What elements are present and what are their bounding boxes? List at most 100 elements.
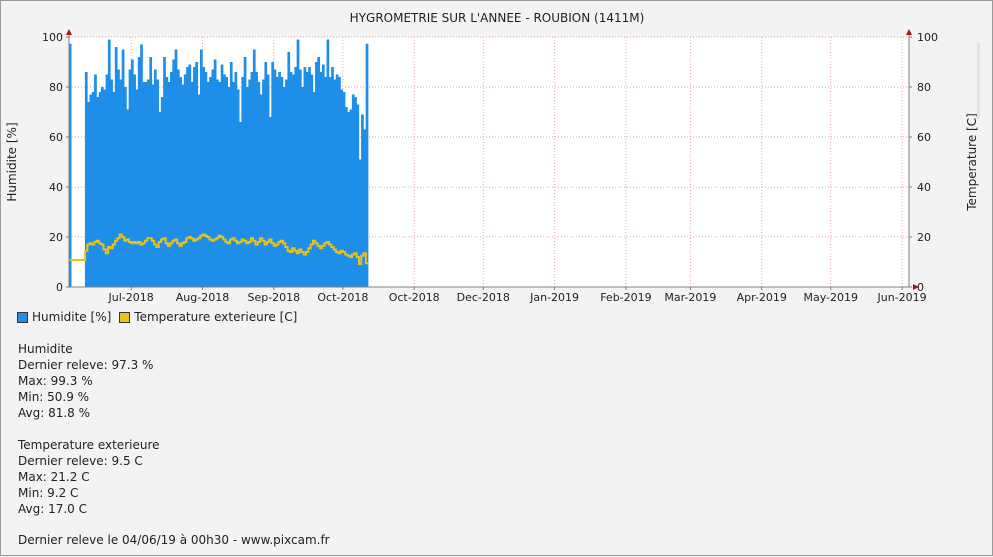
legend-label-temperature: Temperature exterieure [C] [134, 310, 298, 324]
humidity-bar [89, 94, 93, 287]
humidity-bar [137, 57, 141, 287]
humidity-bar [259, 94, 263, 287]
humidity-bar [149, 57, 153, 287]
x-tick-label: Feb-2019 [600, 291, 651, 304]
humidity-bar [91, 92, 95, 287]
humidity-bar [142, 82, 146, 287]
humidity-bar [133, 74, 136, 287]
humidity-bar [289, 72, 293, 287]
x-tick-label: Aug-2018 [176, 291, 229, 304]
humidity-bar [252, 49, 256, 287]
y2-axis-arrow [906, 29, 912, 35]
legend-item-temperature: Temperature exterieure [C] [119, 310, 297, 324]
x-tick-label: May-2019 [803, 291, 858, 304]
humidity-bar [333, 79, 337, 287]
humidity-bar [273, 69, 277, 287]
humidity-bar [301, 87, 304, 287]
y-tick-label: 20 [49, 231, 63, 244]
humidity-bar [310, 74, 314, 287]
humidity-bar [96, 97, 100, 287]
humidity-bar [340, 89, 344, 287]
humidity-bar [271, 62, 275, 287]
humidity-bar [114, 47, 118, 287]
y2-tick-label: 60 [917, 131, 931, 144]
humidity-bar [344, 107, 348, 287]
humidity-bar [255, 72, 258, 287]
humidity-bar [236, 89, 240, 287]
chart-window: HYGROMETRIE SUR L'ANNEE - ROUBION (1411M… [0, 0, 993, 556]
temperature-stats: Temperature exterieure Dernier releve: 9… [18, 437, 160, 517]
x-tick-label: Jun-2019 [877, 291, 927, 304]
y-tick-label: 100 [42, 31, 63, 44]
humidity-bar [282, 87, 286, 287]
temperature-last-reading: Dernier releve: 9.5 C [18, 454, 143, 468]
humidity-avg: Avg: 81.8 % [18, 406, 91, 420]
humidity-bar [209, 77, 212, 287]
humidity-bar [222, 74, 226, 287]
humidity-bar [338, 77, 341, 287]
humidity-bar [285, 79, 288, 287]
y2-tick-label: 100 [917, 31, 938, 44]
humidity-bar [195, 62, 199, 287]
humidity-bar [130, 59, 134, 287]
x-tick-label: Dec-2018 [457, 291, 510, 304]
humidity-bar [216, 79, 219, 287]
humidity-bar [165, 77, 169, 287]
humidity-bar [170, 72, 173, 287]
humidity-bar [140, 44, 143, 287]
legend-label-humidity: Humidite [%] [32, 310, 112, 324]
humidity-bar [183, 74, 187, 287]
x-tick-label: Jul-2018 [108, 291, 154, 304]
humidity-bar [241, 77, 245, 287]
humidity-bar [342, 92, 346, 287]
humidity-bar [354, 97, 357, 287]
humidity-bar [278, 72, 281, 287]
chart-legend: Humidite [%] Temperature exterieure [C] [17, 310, 305, 324]
x-tick-label: Oct-2018 [317, 291, 368, 304]
humidity-bar [135, 89, 139, 287]
x-tick-label: Oct-2018 [389, 291, 440, 304]
humidity-bar [269, 117, 272, 287]
humidity-last-reading: Dernier releve: 97.3 % [18, 358, 154, 372]
x-tick-label: Sep-2018 [247, 291, 300, 304]
y-axis-label: Humidite [%] [5, 122, 19, 201]
humidity-bar [312, 92, 316, 287]
humidity-bar [156, 79, 159, 287]
watermark-logo [977, 43, 980, 119]
humidity-bar [105, 74, 109, 287]
footer-last-reading: Dernier releve le 04/06/19 à 00h30 - www… [18, 533, 330, 547]
chart-title: HYGROMETRIE SUR L'ANNEE - ROUBION (1411M… [350, 11, 645, 25]
humidity-bar [243, 57, 247, 287]
humidity-bar [248, 79, 252, 287]
humidity-bar [257, 82, 261, 287]
humidity-bar [262, 79, 265, 287]
humidity-bar [234, 72, 238, 287]
y-tick-label: 80 [49, 81, 63, 94]
humidity-bar [172, 59, 176, 287]
humidity-bar [275, 77, 279, 287]
humidity-bar [308, 67, 311, 287]
humidity-bar [186, 67, 189, 287]
humidity-bar [101, 87, 104, 287]
humidity-bar [204, 72, 208, 287]
humidity-max: Max: 99.3 % [18, 374, 93, 388]
humidity-bar [158, 112, 162, 287]
humidity-bar [176, 69, 180, 287]
x-tick-label: Jan-2019 [529, 291, 579, 304]
y-tick-label: 40 [49, 181, 63, 194]
humidity-min: Min: 50.9 % [18, 390, 90, 404]
humidity-stats-title: Humidite [18, 342, 73, 356]
humidity-bar [147, 79, 150, 287]
humidity-bar [163, 57, 166, 287]
humidity-bar [232, 82, 235, 287]
humidity-bar [227, 87, 231, 287]
humidity-bar [112, 92, 116, 287]
humidity-bar [328, 77, 332, 287]
humidity-bar [94, 74, 97, 287]
humidity-bar [202, 67, 205, 287]
temperature-max: Max: 21.2 C [18, 470, 90, 484]
humidity-bar [87, 102, 90, 287]
humidity-bar [250, 72, 254, 287]
humidity-bar [225, 77, 228, 287]
humidity-bar [151, 84, 155, 287]
